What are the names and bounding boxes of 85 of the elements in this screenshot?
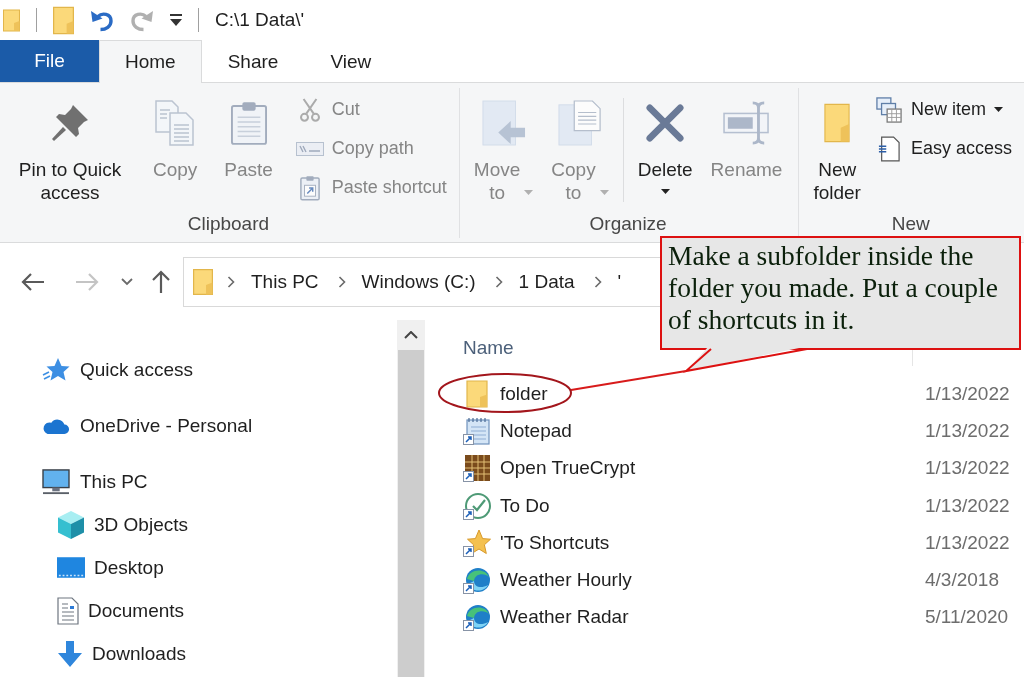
nav-item[interactable]: Desktop — [57, 546, 164, 589]
forward-arrow-icon — [75, 271, 99, 292]
text-cursor-icon — [722, 101, 771, 145]
ribbon-button[interactable]: Pin to Quick access — [6, 94, 134, 211]
textbox-icon — [295, 141, 324, 156]
date-cell: 1/13/2022 — [925, 419, 1010, 442]
group-label: Organize — [588, 214, 668, 234]
desktop-icon — [57, 557, 85, 578]
date-cell: 1/13/2022 — [925, 531, 1010, 554]
file-item[interactable]: Weather Radar — [463, 603, 629, 632]
folder-button[interactable] — [3, 6, 20, 34]
nav-item[interactable]: OneDrive - Personal — [42, 404, 253, 447]
monitor-icon — [42, 468, 70, 495]
ribbon-tab[interactable]: Share — [201, 40, 305, 83]
nav-item[interactable]: Quick access — [42, 348, 193, 391]
group-label: New — [890, 214, 931, 234]
file-item[interactable]: folder — [463, 379, 548, 408]
pages-icon — [558, 100, 602, 146]
nav-item[interactable]: Documents — [57, 589, 185, 632]
address-bar[interactable]: This PC Windows (C:) 1 Data ' — [183, 256, 660, 307]
date-cell: 1/13/2022 — [925, 494, 1010, 517]
clipboard-icon — [230, 101, 267, 145]
folder-icon — [463, 379, 491, 408]
grid-icon — [463, 454, 491, 483]
chevron-right-icon — [494, 275, 503, 288]
breadcrumb[interactable]: Windows (C:) — [356, 270, 481, 293]
ribbon-tab[interactable]: View — [304, 40, 398, 83]
undo-button[interactable] — [90, 8, 114, 32]
pages-icon — [155, 100, 196, 146]
file-item[interactable]: Weather Hourly — [463, 566, 632, 595]
group-label: Clipboard — [186, 214, 271, 234]
file-item[interactable]: Notepad — [463, 416, 572, 445]
ribbon-button[interactable]: Delete — [629, 94, 701, 211]
nav-item[interactable]: 3D Objects — [57, 503, 188, 546]
cross-icon — [646, 104, 685, 142]
ribbon-button[interactable]: New item — [870, 90, 1016, 129]
swirl-icon — [463, 566, 491, 595]
ribbon-tab[interactable]: Home — [99, 40, 202, 83]
check-circle-icon — [463, 491, 491, 520]
star-icon — [463, 528, 491, 557]
nav-item[interactable]: Downloads — [57, 632, 186, 675]
star-icon — [42, 356, 70, 383]
document-icon — [57, 596, 79, 625]
swirl-icon — [463, 603, 491, 632]
file-item[interactable]: 'To Shortcuts — [463, 528, 610, 557]
download-arrow-icon — [57, 639, 83, 668]
cube-icon — [57, 509, 85, 540]
column-header[interactable]: Name — [463, 336, 514, 359]
back-arrow-icon — [21, 271, 45, 292]
date-cell: 4/3/2018 — [925, 569, 999, 592]
folder-button[interactable] — [53, 5, 74, 35]
dropdown-button[interactable] — [170, 14, 182, 26]
folder-icon — [3, 6, 20, 34]
chevron-up-icon — [404, 331, 418, 339]
chevron-right-icon — [593, 275, 602, 288]
caret-icon — [170, 14, 182, 26]
stacked-windows-icon — [875, 96, 902, 123]
redo-icon — [130, 8, 154, 32]
date-cell: 5/11/2020 — [925, 606, 1009, 629]
ribbon-button[interactable]: New folder — [805, 94, 869, 211]
date-cell: 1/13/2022 — [925, 457, 1010, 480]
undo-icon — [90, 8, 114, 32]
chevron-down-icon — [121, 277, 133, 286]
date-cell: 1/13/2022 — [925, 382, 1010, 405]
breadcrumb[interactable]: This PC — [246, 270, 324, 293]
breadcrumb[interactable]: ' — [612, 270, 627, 293]
folder-icon — [53, 5, 74, 35]
folder-icon — [824, 103, 851, 143]
chevron-right-icon — [337, 275, 346, 288]
file-item[interactable]: To Do — [463, 491, 550, 520]
scissors-icon — [298, 97, 321, 122]
pushpin-icon — [50, 103, 90, 143]
nav-item[interactable]: This PC — [42, 460, 148, 503]
page-arrow-icon — [481, 100, 526, 146]
clipboard-icon — [299, 174, 320, 201]
folder-icon — [193, 268, 213, 295]
chevron-right-icon — [227, 275, 235, 288]
file-menu-tab[interactable]: File — [0, 40, 99, 82]
notepad-icon — [463, 416, 491, 445]
ribbon-button[interactable]: Easy access — [870, 129, 1016, 168]
file-item[interactable]: Open TrueCrypt — [463, 454, 636, 483]
up-arrow-icon — [151, 269, 171, 294]
breadcrumb[interactable]: 1 Data — [513, 270, 580, 293]
window-title: C:\1 Data\' — [215, 9, 305, 31]
document-icon — [877, 135, 900, 162]
